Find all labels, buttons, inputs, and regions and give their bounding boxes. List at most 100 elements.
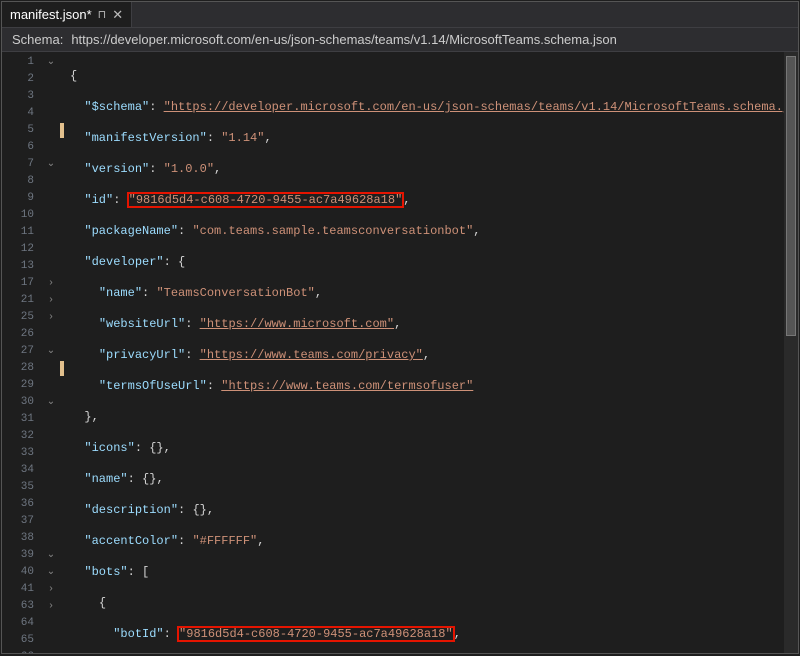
tab-bar: manifest.json* ⊓ ✕ [2,2,798,28]
line-number: 8 [2,173,42,190]
line-number: 32 [2,428,42,445]
line-number: 27 [2,343,42,360]
change-mark [60,139,70,156]
change-mark [60,309,70,326]
schema-label: Schema: [12,32,63,47]
change-mark [60,88,70,105]
line-number-gutter: 1234567891011121317212526272829303132333… [2,52,42,653]
change-mark [60,530,70,547]
fold-toggle[interactable]: › [42,581,60,598]
line-number: 10 [2,207,42,224]
change-mark [60,105,70,122]
line-number: 63 [2,598,42,615]
fold-toggle [42,190,60,207]
line-number: 36 [2,496,42,513]
change-mark [60,462,70,479]
change-mark [60,513,70,530]
change-mark [60,547,70,564]
line-number: 2 [2,71,42,88]
fold-toggle [42,649,60,653]
fold-toggle [42,173,60,190]
line-number: 25 [2,309,42,326]
scrollbar-thumb[interactable] [786,56,796,336]
line-number: 66 [2,649,42,653]
line-number: 35 [2,479,42,496]
line-number: 7 [2,156,42,173]
line-number: 38 [2,530,42,547]
fold-toggle [42,139,60,156]
line-number: 6 [2,139,42,156]
change-mark [60,207,70,224]
line-number: 11 [2,224,42,241]
fold-gutter[interactable]: ⌄⌄›››⌄⌄⌄⌄›››› [42,52,60,653]
fold-toggle[interactable]: › [42,309,60,326]
fold-toggle[interactable]: › [42,598,60,615]
code-editor[interactable]: 1234567891011121317212526272829303132333… [2,52,798,653]
file-tab-manifest[interactable]: manifest.json* ⊓ ✕ [2,2,132,27]
change-mark [60,360,70,377]
fold-toggle[interactable]: ⌄ [42,564,60,581]
fold-toggle[interactable]: › [42,292,60,309]
change-mark [60,428,70,445]
fold-toggle[interactable]: ⌄ [42,54,60,71]
fold-toggle [42,632,60,649]
fold-toggle [42,479,60,496]
line-number: 65 [2,632,42,649]
vertical-scrollbar[interactable] [784,52,798,653]
change-mark [60,479,70,496]
line-number: 21 [2,292,42,309]
line-number: 34 [2,462,42,479]
fold-toggle [42,445,60,462]
change-marks-gutter [60,52,70,653]
line-number: 64 [2,615,42,632]
change-mark [60,292,70,309]
change-mark [60,190,70,207]
line-number: 5 [2,122,42,139]
line-number: 29 [2,377,42,394]
change-mark [60,241,70,258]
fold-toggle [42,122,60,139]
fold-toggle [42,411,60,428]
fold-toggle [42,530,60,547]
fold-toggle [42,462,60,479]
schema-url[interactable]: https://developer.microsoft.com/en-us/js… [71,32,617,47]
fold-toggle [42,88,60,105]
fold-toggle [42,224,60,241]
change-mark [60,394,70,411]
change-mark [60,445,70,462]
line-number: 28 [2,360,42,377]
line-number: 40 [2,564,42,581]
change-mark [60,122,70,139]
fold-toggle [42,377,60,394]
change-mark [60,326,70,343]
change-mark [60,615,70,632]
line-number: 26 [2,326,42,343]
change-mark [60,411,70,428]
fold-toggle[interactable]: ⌄ [42,343,60,360]
fold-toggle[interactable]: ⌄ [42,547,60,564]
code-content[interactable]: { "$schema": "https://developer.microsof… [70,52,798,653]
schema-bar: Schema: https://developer.microsoft.com/… [2,28,798,52]
change-mark [60,156,70,173]
tab-title: manifest.json* [10,7,92,22]
fold-toggle [42,105,60,122]
change-mark [60,649,70,653]
fold-toggle[interactable]: ⌄ [42,156,60,173]
pin-icon[interactable]: ⊓ [98,8,107,21]
line-number: 37 [2,513,42,530]
line-number: 31 [2,411,42,428]
fold-toggle[interactable]: ⌄ [42,394,60,411]
line-number: 17 [2,275,42,292]
fold-toggle[interactable]: › [42,275,60,292]
change-mark [60,71,70,88]
change-mark [60,224,70,241]
change-mark [60,377,70,394]
change-mark [60,496,70,513]
change-mark [60,343,70,360]
fold-toggle [42,360,60,377]
fold-toggle [42,241,60,258]
highlight-botid: "9816d5d4-c608-4720-9455-ac7a49628a18" [178,627,454,641]
line-number: 12 [2,241,42,258]
line-number: 13 [2,258,42,275]
close-icon[interactable]: ✕ [112,7,123,23]
